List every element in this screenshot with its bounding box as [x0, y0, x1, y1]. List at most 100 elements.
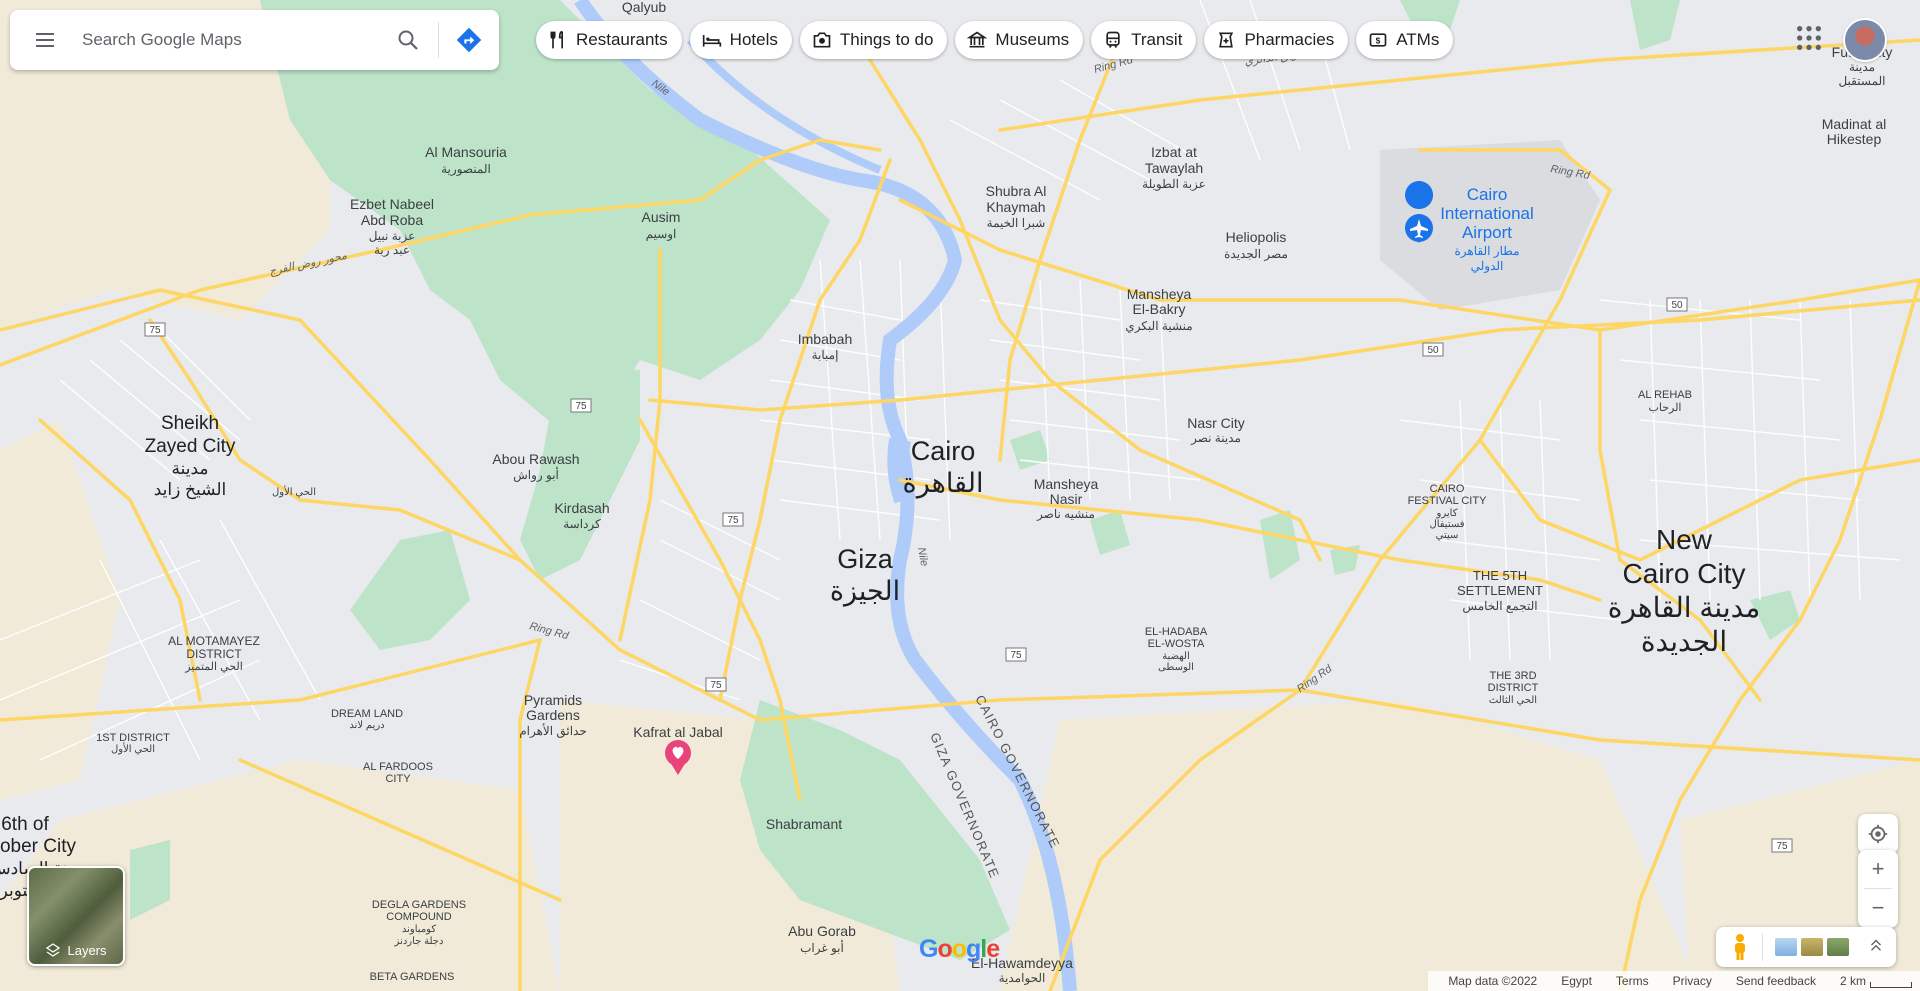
menu-icon[interactable]: [10, 10, 80, 70]
svg-text:الدولي: الدولي: [1471, 259, 1504, 273]
museum-icon: [967, 31, 988, 48]
svg-text:اوسيم: اوسيم: [646, 227, 677, 241]
send-feedback-link[interactable]: Send feedback: [1724, 974, 1828, 988]
svg-text:كومباوند: كومباوند: [402, 924, 436, 935]
chip-label: Transit: [1131, 30, 1183, 49]
scale-line: [1870, 982, 1912, 988]
svg-text:Cairo City: Cairo City: [1623, 558, 1746, 589]
chip-atms[interactable]: $ ATMs: [1356, 21, 1454, 59]
train-icon: [1106, 31, 1120, 48]
chip-things-to-do[interactable]: Things to do: [799, 21, 948, 59]
svg-text:Tawaylah: Tawaylah: [1145, 160, 1203, 176]
my-location-button[interactable]: [1858, 814, 1898, 854]
place-label-imbabah: Imbabah: [798, 331, 852, 347]
search-icon[interactable]: [378, 10, 438, 70]
svg-text:Airport: Airport: [1462, 223, 1512, 242]
svg-text:الحي الأول: الحي الأول: [111, 743, 155, 755]
camera-icon: [813, 32, 831, 48]
svg-text:مدينة نصر: مدينة نصر: [1190, 431, 1241, 445]
city-label-6th-october: 6th of: [1, 814, 49, 835]
place-label-ezbet-nabeel: Ezbet Nabeel: [350, 196, 434, 212]
place-label-mansheya-bakry: Mansheya: [1127, 286, 1192, 302]
zoom-controls: + −: [1858, 850, 1898, 928]
chip-restaurants[interactable]: Restaurants: [536, 21, 682, 59]
svg-text:75: 75: [727, 515, 739, 526]
svg-text:منشيه ناصر: منشيه ناصر: [1036, 507, 1095, 521]
svg-text:عزبة الطويلة: عزبة الطويلة: [1142, 177, 1206, 191]
place-label-kirdasah: Kirdasah: [554, 500, 609, 516]
search-input[interactable]: [80, 19, 378, 61]
city-label-giza: Giza: [837, 544, 894, 574]
chip-transit[interactable]: Transit: [1091, 21, 1197, 59]
svg-text:COMPOUND: COMPOUND: [386, 911, 451, 923]
attribution-inner: Map data ©2022 Egypt Terms Privacy Send …: [1428, 971, 1920, 991]
search-box: [10, 10, 499, 70]
terrain-thumb[interactable]: [1775, 938, 1797, 956]
place-label-kafrat-al-jabal: Kafrat al Jabal: [633, 724, 723, 740]
svg-text:أبو غراب: أبو غراب: [800, 940, 844, 955]
chip-label: Pharmacies: [1244, 30, 1335, 49]
svg-text:الجديدة: الجديدة: [1641, 626, 1727, 657]
svg-text:Gardens: Gardens: [526, 707, 580, 723]
google-apps-icon[interactable]: [1793, 22, 1825, 54]
place-label-degla-gardens: DEGLA GARDENS: [372, 899, 466, 911]
region-link[interactable]: Egypt: [1549, 974, 1604, 988]
svg-text:FESTIVAL CITY: FESTIVAL CITY: [1408, 495, 1488, 507]
place-label-airport: Cairo: [1467, 185, 1508, 204]
zoom-in-button[interactable]: +: [1858, 850, 1898, 888]
traffic-thumb[interactable]: [1827, 938, 1849, 956]
map-data-credit[interactable]: Map data ©2022: [1436, 974, 1549, 988]
place-label-izbat: Izbat at: [1151, 144, 1197, 160]
place-label-motamayez: AL MOTAMAYEZ: [168, 634, 260, 648]
chip-museums[interactable]: Museums: [955, 21, 1084, 59]
zoom-out-button[interactable]: −: [1858, 889, 1898, 927]
layers-label: Layers: [67, 942, 107, 958]
svg-text:75: 75: [1776, 841, 1788, 852]
svg-text:Hikestep: Hikestep: [1827, 131, 1882, 147]
account-avatar[interactable]: [1843, 18, 1887, 62]
svg-text:DISTRICT: DISTRICT: [1488, 682, 1539, 694]
chip-label: Restaurants: [576, 30, 668, 49]
map-canvas[interactable]: 75 75 75 75 75 75 50 50 Ring Rd Ring Rd …: [0, 0, 1920, 991]
chip-pharmacies[interactable]: Pharmacies: [1204, 21, 1349, 59]
place-label-el-hadaba: EL-HADABA: [1145, 626, 1208, 638]
place-label-al-mansouria: Al Mansouria: [425, 144, 507, 160]
place-label-qalyub: Qalyub: [622, 0, 667, 15]
layers-icon: [46, 943, 61, 957]
scale-bar[interactable]: 2 km: [1828, 974, 1920, 988]
pegman-icon[interactable]: [1726, 932, 1754, 962]
expand-chevron-icon[interactable]: [1867, 936, 1885, 959]
satellite-thumb[interactable]: [1801, 938, 1823, 956]
place-label-heliopolis: Heliopolis: [1226, 229, 1287, 245]
terms-link[interactable]: Terms: [1604, 974, 1661, 988]
restaurant-icon: [550, 30, 563, 49]
svg-text:منشية البكري: منشية البكري: [1125, 319, 1192, 333]
strip-divider: [1762, 933, 1763, 961]
place-label-shubra: Shubra Al: [986, 183, 1047, 199]
place-label-al-fardoos: AL FARDOOS: [363, 761, 433, 773]
svg-text:الوسطى: الوسطى: [1158, 662, 1194, 673]
privacy-link[interactable]: Privacy: [1661, 974, 1724, 988]
directions-icon[interactable]: [439, 10, 499, 70]
svg-text:SETTLEMENT: SETTLEMENT: [1457, 583, 1543, 598]
layers-button[interactable]: Layers: [27, 866, 125, 966]
svg-text:75: 75: [149, 325, 161, 336]
svg-text:الرحاب: الرحاب: [1649, 402, 1682, 414]
chip-hotels[interactable]: Hotels: [689, 21, 792, 59]
svg-text:كرداسة: كرداسة: [563, 517, 601, 531]
place-label-madinat: Madinat al: [1822, 116, 1887, 132]
svg-text:Abd Roba: Abd Roba: [361, 212, 423, 228]
svg-text:مدينة: مدينة: [171, 459, 208, 478]
place-label-shabramant: Shabramant: [766, 816, 842, 832]
place-label-mansheya-nasir: Mansheya: [1034, 476, 1099, 492]
place-label-pyramids-gardens: Pyramids: [524, 692, 582, 708]
svg-text:أبو رواش: أبو رواش: [513, 467, 559, 482]
svg-text:دجلة جاردنز: دجلة جاردنز: [394, 936, 444, 947]
pharmacy-icon: [1219, 32, 1234, 48]
svg-text:مصر الجديدة: مصر الجديدة: [1224, 247, 1288, 261]
place-label-dream-land: DREAM LAND: [331, 708, 403, 720]
scale-label: 2 km: [1839, 974, 1866, 988]
place-label-5th-settlement: THE 5TH: [1473, 568, 1527, 583]
place-label-abou-rawash: Abou Rawash: [492, 451, 579, 467]
svg-text:التجمع الخامس: التجمع الخامس: [1462, 599, 1537, 613]
